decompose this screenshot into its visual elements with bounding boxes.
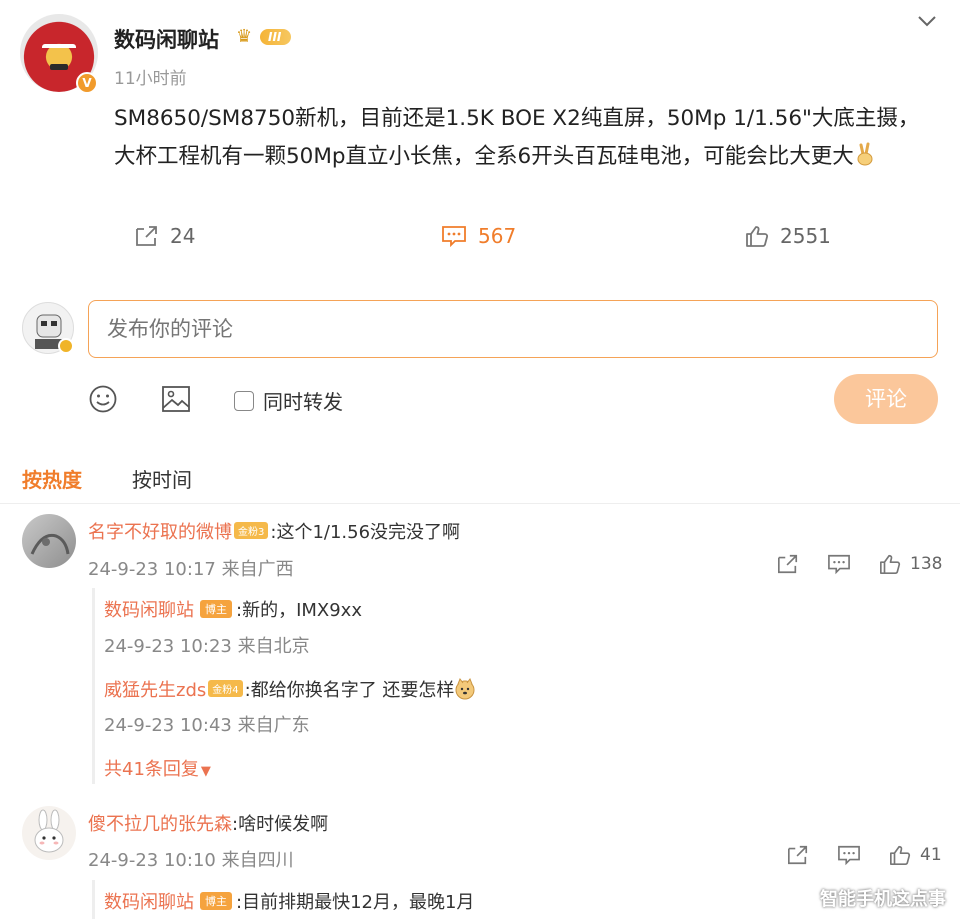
comment-text: :啥时候发啊 [232, 814, 329, 835]
divider [0, 503, 960, 504]
rabbit-avatar-icon [34, 809, 64, 853]
comment-input[interactable] [88, 300, 938, 358]
commenter-avatar[interactable] [22, 806, 76, 860]
host-badge: 博主 [200, 600, 232, 618]
share-icon [136, 226, 157, 246]
submit-comment-button[interactable]: 评论 [834, 374, 938, 424]
comment-button[interactable]: 567 [440, 224, 516, 248]
share-count: 24 [170, 224, 196, 248]
reply-icon[interactable] [836, 844, 862, 866]
reply-text: :新的，IMX9xx [236, 600, 362, 621]
thumbs-up-icon[interactable] [878, 553, 902, 575]
photo-avatar-icon [30, 533, 70, 555]
reply-line: 数码闲聊站 博主:目前排期最快12月，最晚1月 [104, 888, 474, 914]
commenter-name[interactable]: 名字不好取的微博 [88, 522, 232, 543]
reply-meta: 24-9-23 10:43 来自广东 [104, 715, 310, 736]
comment-meta: 24-9-23 10:17 来自广西 [88, 559, 294, 580]
level-badge: III [260, 29, 292, 45]
checkbox-box[interactable] [234, 390, 254, 411]
reply-author[interactable]: 数码闲聊站 [104, 892, 194, 913]
reply-line: 威猛先生zds 金粉4:都给你换名字了 还要怎样 [104, 676, 476, 702]
image-upload-icon[interactable] [160, 384, 192, 414]
thumbs-up-icon[interactable] [888, 844, 912, 866]
tab-sort-time[interactable]: 按时间 [132, 464, 192, 493]
comment-like-count: 138 [910, 554, 943, 574]
comment-count: 567 [478, 224, 517, 248]
thumbs-up-icon [746, 226, 769, 247]
reply-line: 数码闲聊站 博主:新的，IMX9xx [104, 596, 362, 622]
reply-text: :都给你换名字了 还要怎样 [244, 680, 455, 701]
author-name[interactable]: 数码闲聊站 [114, 24, 219, 54]
fan-badge[interactable]: 金粉3 [234, 522, 269, 539]
comment-actions: 41 [786, 844, 942, 866]
like-button[interactable]: 2551 [744, 224, 831, 248]
avatar-mask-mouth [50, 64, 68, 70]
more-replies-link[interactable]: 共41条回复 ▼ [104, 755, 211, 781]
crown-icon: ♛ [236, 26, 253, 47]
share-button[interactable]: 24 [134, 224, 195, 248]
post-body: SM8650/SM8750新机，目前还是1.5K BOE X2纯直屏，50Mp … [114, 100, 924, 176]
comment-actions: 138 [776, 553, 942, 575]
reply-icon[interactable] [826, 553, 852, 575]
reply-author[interactable]: 威猛先生zds [104, 680, 206, 701]
comment-text: :这个1/1.56没完没了啊 [270, 522, 461, 543]
comment-icon [442, 226, 466, 248]
caret-down-icon: ▼ [200, 764, 211, 779]
repost-checkbox[interactable]: 同时转发 [234, 386, 343, 415]
doge-emoji-icon [455, 677, 475, 700]
like-count: 2551 [780, 224, 831, 248]
vip-badge[interactable]: ♛ III [236, 26, 292, 48]
chevron-down-icon[interactable] [916, 10, 938, 32]
commenter-avatar[interactable] [22, 514, 76, 568]
victory-emoji-icon [857, 142, 873, 166]
verified-badge-icon: V [76, 72, 98, 94]
reply-text: :目前排期最快12月，最晚1月 [236, 892, 475, 913]
tab-sort-hot[interactable]: 按热度 [22, 464, 82, 493]
watermark: 智能手机这点事 [820, 889, 946, 910]
host-badge: 博主 [200, 892, 232, 910]
comment-meta: 24-9-23 10:10 来自四川 [88, 850, 294, 871]
comment-like-count: 41 [920, 845, 942, 865]
share-icon[interactable] [776, 553, 800, 575]
post-time[interactable]: 11小时前 [114, 64, 187, 89]
emoji-picker-icon[interactable] [88, 384, 118, 414]
comment-line: 名字不好取的微博 金粉3:这个1/1.56没完没了啊 [88, 518, 460, 544]
commenter-name[interactable]: 傻不拉几的张先森 [88, 814, 232, 835]
avatar-mask-eyes [42, 44, 76, 52]
comment-line: 傻不拉几的张先森:啥时候发啊 [88, 810, 328, 836]
post-body-text: SM8650/SM8750新机，目前还是1.5K BOE X2纯直屏，50Mp … [114, 106, 920, 169]
reply-meta: 24-9-23 10:23 来自北京 [104, 636, 310, 657]
reply-author[interactable]: 数码闲聊站 [104, 600, 194, 621]
repost-label: 同时转发 [263, 390, 343, 414]
my-verified-icon [58, 338, 74, 354]
fan-badge[interactable]: 金粉4 [208, 680, 243, 697]
more-replies-label: 共41条回复 [104, 759, 199, 780]
share-icon[interactable] [786, 844, 810, 866]
